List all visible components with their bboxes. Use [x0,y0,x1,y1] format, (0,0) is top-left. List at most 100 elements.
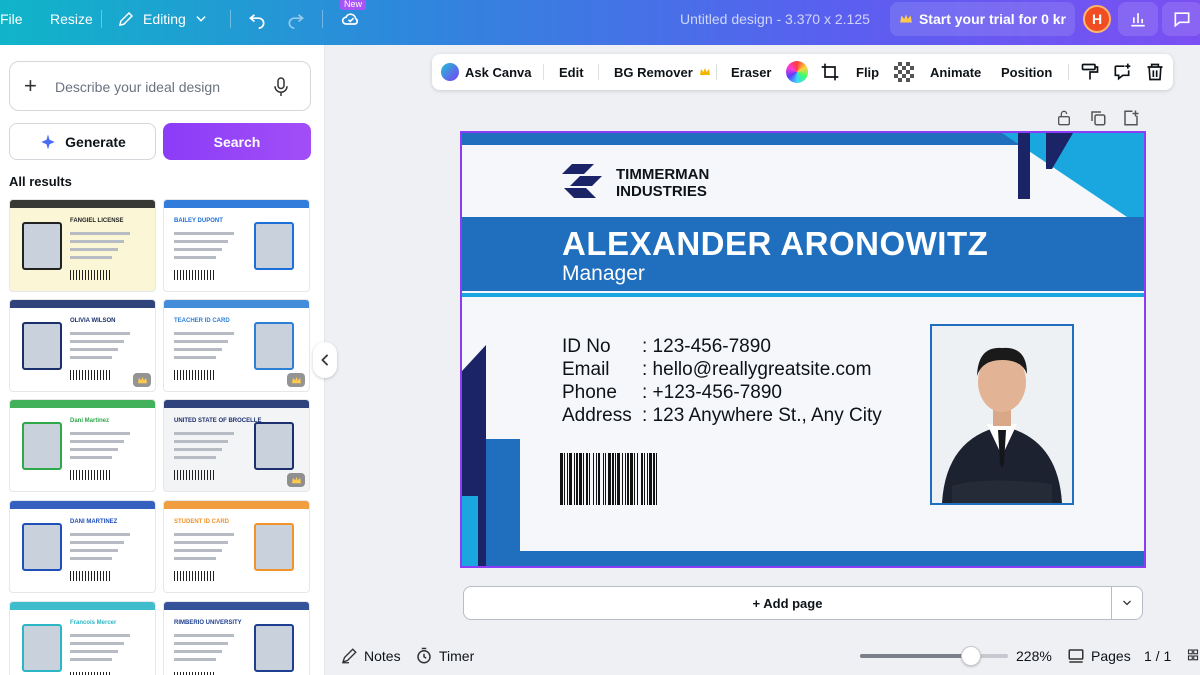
add-page-button[interactable]: + Add page [463,586,1112,620]
barcode-bar [574,453,575,505]
grid-view-button[interactable] [1186,637,1200,675]
card-detail-value: : hello@reallygreatsite.com [642,359,872,380]
thumbnail-photo [254,523,294,571]
thumbnail-photo [254,322,294,370]
crown-icon [900,14,912,23]
thumbnail-barcode [70,270,110,280]
barcode-bar [649,453,652,505]
add-comment-button[interactable] [1112,54,1132,90]
zoom-slider[interactable] [860,646,1008,666]
card-detail-row: Address: 123 Anywhere St., Any City [562,405,922,428]
barcode-bar [560,453,563,505]
pencil-icon [119,11,134,26]
pages-icon [1068,649,1084,663]
banner-underline [462,293,1144,297]
canva-logo-icon [441,63,459,81]
thumbnail-text-line [174,634,234,637]
flip-button[interactable]: Flip [856,54,879,90]
zoom-slider-fill [860,654,971,658]
thumbnail-photo [254,422,294,470]
redo-icon [288,14,305,29]
timer-icon [417,647,431,664]
thumbnail-text-line [70,256,112,259]
color-adjust-button[interactable] [786,54,808,90]
animate-label: Animate [930,64,982,80]
employee-role: Manager [562,262,645,285]
transparency-button[interactable] [894,54,914,90]
zoom-level[interactable]: 228% [1016,637,1052,675]
user-avatar[interactable]: H [1083,5,1111,33]
duplicate-page-icon[interactable] [1089,109,1107,127]
page-count: 1 / 1 [1144,637,1171,675]
generate-button[interactable]: Generate [9,123,156,160]
thumbnail-barcode [174,370,214,380]
animate-button[interactable]: Animate [930,54,981,90]
divider [543,64,544,80]
barcode-bar [586,453,588,505]
comments-button[interactable] [1162,2,1200,36]
thumbnail-accent [10,400,155,408]
delete-button[interactable] [1145,54,1165,90]
paint-format-button[interactable] [1080,54,1100,90]
edit-label: Edit [559,64,584,80]
start-trial-button[interactable]: Start your trial for 0 kr [890,2,1075,36]
notes-button[interactable]: Notes [340,637,401,675]
thumbnail-text-line [70,448,118,451]
ask-canva-button[interactable]: Ask Canva [441,54,531,90]
position-button[interactable]: Position [1001,54,1052,90]
eraser-button[interactable]: Eraser [731,54,771,90]
id-card-design[interactable]: TIMMERMAN INDUSTRIES ALEXANDER ARONOWITZ… [462,133,1144,566]
template-thumbnail[interactable]: DANI MARTINEZ [9,500,156,593]
thumbnail-title: Dani Martinez [70,418,110,424]
thumbnail-title: RIMBERIO UNIVERSITY [174,620,242,626]
editing-label: Editing [143,11,186,27]
bg-remover-button[interactable]: BG Remover [614,54,711,90]
barcode-bar [605,453,606,505]
template-thumbnail[interactable]: BAILEY DUPONT [163,199,310,292]
new-badge: New [340,0,367,10]
lock-icon[interactable] [1056,109,1072,127]
resize-button[interactable]: Resize [50,0,93,38]
add-page-menu-button[interactable] [1112,586,1143,620]
thumbnail-text-line [174,440,228,443]
divider [598,64,599,80]
card-detail-row: ID No: 123-456-7890 [562,336,922,359]
thumbnail-photo [22,322,62,370]
file-menu[interactable]: File [0,0,23,38]
comment-plus-icon [1114,63,1131,81]
search-button[interactable]: Search [163,123,311,160]
crop-button[interactable] [820,54,840,90]
timer-button[interactable]: Timer [415,637,474,675]
template-thumbnail[interactable]: Dani Martinez [9,399,156,492]
design-search-input[interactable]: + Describe your ideal design [9,61,311,111]
template-thumbnail[interactable]: OLIVIA WILSON [9,299,156,392]
editing-mode-button[interactable]: Editing [117,0,208,38]
zoom-slider-handle[interactable] [961,646,981,666]
edit-button[interactable]: Edit [559,54,584,90]
divider [322,10,323,28]
template-thumbnail[interactable]: STUDENT ID CARD [163,500,310,593]
insights-button[interactable] [1118,2,1158,36]
thumbnail-text-line [174,356,216,359]
template-thumbnail[interactable]: Francois Mercer [9,601,156,675]
results-heading: All results [9,174,72,189]
add-page-icon[interactable] [1122,109,1140,127]
thumbnail-photo [254,624,294,672]
barcode-bar [608,453,611,505]
template-thumbnail[interactable]: UNITED STATE OF BROCELLE [163,399,310,492]
thumbnail-text-line [70,248,118,251]
thumbnail-accent [164,200,309,208]
template-thumbnail[interactable]: FANGIEL LICENSE [9,199,156,292]
document-title[interactable]: Untitled design - 3.370 x 2.125 [680,0,870,38]
barcode-bar [596,453,597,505]
microphone-icon[interactable] [272,76,290,98]
template-thumbnail[interactable]: TEACHER ID CARD [163,299,310,392]
redo-button[interactable] [286,0,306,38]
template-thumbnail[interactable]: RIMBERIO UNIVERSITY [163,601,310,675]
collapse-panel-button[interactable] [313,342,337,378]
pages-button[interactable]: Pages [1067,637,1131,675]
thumbnail-text-line [70,557,112,560]
ask-canva-label: Ask Canva [465,64,532,80]
employee-photo[interactable] [930,324,1074,505]
undo-button[interactable] [247,0,267,38]
